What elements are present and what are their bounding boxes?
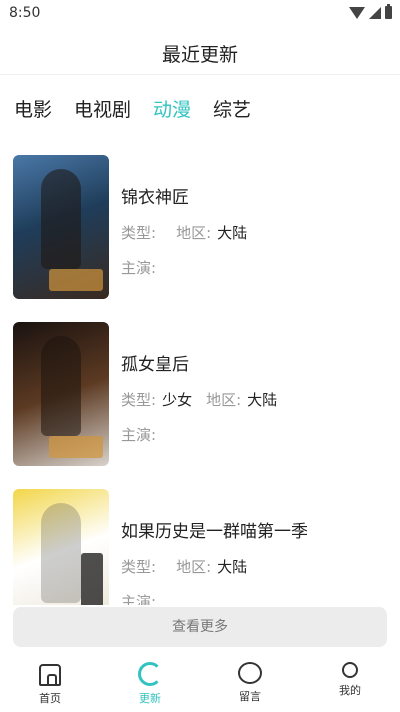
nav-home[interactable]: 首页 [0, 652, 100, 712]
poster-figure [41, 169, 81, 269]
user-icon [342, 662, 358, 678]
signal-icon [369, 6, 381, 19]
nav-label: 更新 [139, 692, 161, 705]
region-value: 大陆 [247, 391, 278, 409]
type-label: 类型: [121, 558, 157, 576]
poster-figure [41, 503, 81, 603]
poster-image[interactable] [13, 322, 109, 466]
home-icon [39, 664, 61, 686]
status-icons [349, 4, 392, 19]
list-item[interactable]: 孤女皇后 类型: 少女 地区: 大陆 主演: [13, 322, 387, 468]
tab-movie[interactable]: 电影 [14, 95, 52, 122]
item-title[interactable]: 孤女皇后 [121, 350, 277, 375]
status-time: 8:50 [9, 5, 41, 21]
item-info: 孤女皇后 类型: 少女 地区: 大陆 主演: [121, 350, 277, 445]
nav-label: 首页 [39, 692, 61, 705]
update-list[interactable]: 锦衣神匠 类型: 地区: 大陆 主演: 孤女皇后 类型: 少女 地区: 大陆 主演: 如果… [0, 150, 400, 605]
poster-image[interactable] [13, 489, 109, 605]
nav-updates[interactable]: 更新 [100, 652, 200, 712]
battery-icon [385, 4, 392, 19]
item-title[interactable]: 如果历史是一群喵第一季 [121, 517, 308, 542]
comment-icon [238, 662, 262, 684]
page-header: 最近更新 [0, 28, 400, 75]
list-item[interactable]: 锦衣神匠 类型: 地区: 大陆 主演: [13, 155, 387, 301]
type-value: 少女 [162, 391, 193, 409]
poster-title-art [49, 269, 103, 291]
nav-messages[interactable]: 留言 [200, 652, 300, 712]
item-meta: 类型: 地区: 大陆 [121, 222, 247, 243]
item-meta: 类型: 地区: 大陆 [121, 556, 308, 577]
region-label: 地区: [176, 224, 212, 242]
status-bar: 8:50 [0, 0, 400, 28]
poster-figure [41, 336, 81, 436]
tab-variety[interactable]: 综艺 [213, 95, 251, 122]
page-title: 最近更新 [161, 44, 238, 66]
region-value: 大陆 [217, 224, 248, 242]
category-tabs: 电影 电视剧 动漫 综艺 [14, 95, 251, 122]
region-value: 大陆 [217, 558, 248, 576]
poster-title-art [81, 553, 103, 605]
tab-anime[interactable]: 动漫 [153, 95, 191, 122]
list-item[interactable]: 如果历史是一群喵第一季 类型: 地区: 大陆 主演: [13, 489, 387, 605]
region-label: 地区: [206, 391, 242, 409]
item-info: 如果历史是一群喵第一季 类型: 地区: 大陆 主演: [121, 517, 308, 605]
poster-image[interactable] [13, 155, 109, 299]
nav-label: 我的 [339, 684, 361, 697]
cast-label: 主演: [121, 426, 157, 444]
tab-tv-series[interactable]: 电视剧 [74, 95, 131, 122]
type-label: 类型: [121, 224, 157, 242]
nav-profile[interactable]: 我的 [300, 652, 400, 712]
cast-label: 主演: [121, 259, 157, 277]
wifi-icon [349, 6, 365, 19]
item-info: 锦衣神匠 类型: 地区: 大陆 主演: [121, 183, 247, 278]
bottom-nav: 首页 更新 留言 我的 [0, 652, 400, 712]
refresh-icon [138, 662, 162, 686]
cast-label: 主演: [121, 593, 157, 605]
item-meta: 类型: 少女 地区: 大陆 [121, 389, 277, 410]
view-more-button[interactable]: 查看更多 [13, 607, 387, 647]
nav-label: 留言 [239, 690, 261, 703]
poster-title-art [49, 436, 103, 458]
item-title[interactable]: 锦衣神匠 [121, 183, 247, 208]
region-label: 地区: [176, 558, 212, 576]
type-label: 类型: [121, 391, 157, 409]
